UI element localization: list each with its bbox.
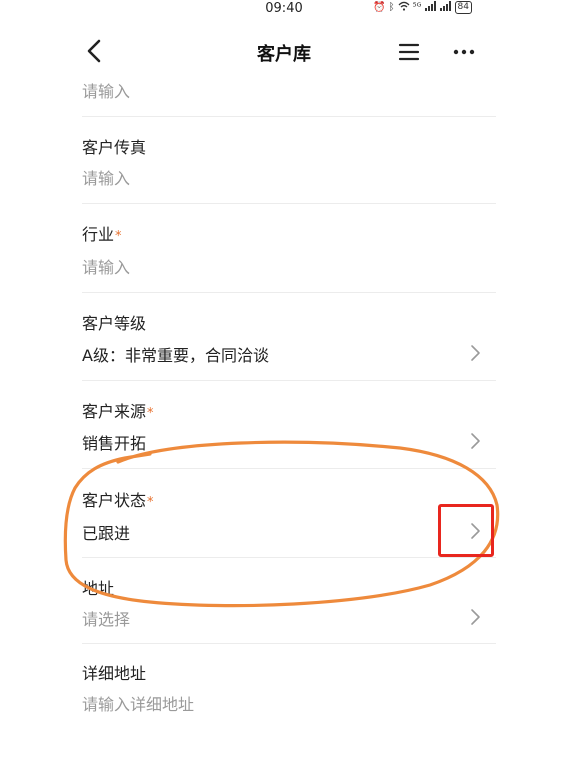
chevron-right-icon [471, 523, 480, 539]
alarm-icon: ⏰ [373, 2, 386, 13]
field-label: 客户传真 [82, 138, 147, 157]
more-icon [453, 49, 475, 55]
required-mark: * [147, 495, 154, 510]
signal-icon [424, 1, 437, 14]
field-label: 行业* [82, 225, 122, 244]
more-button[interactable] [451, 41, 477, 63]
required-mark: * [147, 406, 154, 421]
field-label: 客户状态* [82, 491, 154, 510]
field-value: 销售开拓 [82, 434, 147, 453]
nav-bar: 客户库 [0, 22, 568, 78]
field-label: 客户来源* [82, 402, 154, 421]
field-input[interactable]: 请输入 [82, 254, 130, 278]
field-customer-level[interactable]: 客户等级 A级：非常重要，合同洽谈 [82, 310, 496, 372]
required-mark: * [115, 229, 122, 244]
field-value: A级：非常重要，合同洽谈 [82, 346, 269, 365]
divider [82, 557, 496, 558]
wifi-icon [398, 1, 410, 14]
signal-icon-2 [439, 1, 452, 14]
field-customer-source[interactable]: 客户来源* 销售开拓 [82, 398, 496, 460]
divider [82, 643, 496, 644]
divider [82, 468, 496, 469]
field-detailed-address[interactable]: 详细地址 请输入详细地址 [82, 660, 496, 720]
field-industry[interactable]: 行业* 请输入 [82, 221, 496, 283]
field-address[interactable]: 地址 请选择 [82, 575, 496, 635]
field-label: 客户等级 [82, 314, 147, 333]
status-time: 09:40 [265, 1, 303, 16]
bluetooth-icon: ᛒ [388, 2, 395, 13]
chevron-right-icon [471, 345, 480, 361]
battery-icon: 84 [454, 1, 472, 14]
field-input[interactable]: 请输入 [82, 165, 130, 189]
chevron-right-icon [471, 433, 480, 449]
chevron-right-icon [471, 609, 480, 625]
divider [82, 116, 496, 117]
field-customer-fax[interactable]: 客户传真 请输入 [82, 134, 496, 194]
divider [82, 380, 496, 381]
menu-icon [398, 43, 420, 61]
status-icons: ⏰ ᛒ ⁵ᴳ 84 [373, 1, 472, 14]
field-input[interactable]: 请输入详细地址 [82, 691, 194, 715]
chevron-left-icon [87, 39, 101, 63]
field-select[interactable]: 请选择 [82, 606, 130, 630]
network-label: ⁵ᴳ [412, 2, 422, 13]
divider [82, 292, 496, 293]
previous-field-input[interactable]: 请输入 [82, 78, 130, 102]
field-label: 详细地址 [82, 664, 147, 683]
field-label: 地址 [82, 579, 115, 598]
divider [82, 203, 496, 204]
status-bar: 09:40 ⏰ ᛒ ⁵ᴳ 84 [0, 0, 568, 20]
menu-button[interactable] [397, 41, 421, 63]
field-value: 已跟进 [82, 524, 131, 543]
back-button[interactable] [82, 38, 108, 64]
field-customer-status[interactable]: 客户状态* 已跟进 [82, 487, 496, 549]
